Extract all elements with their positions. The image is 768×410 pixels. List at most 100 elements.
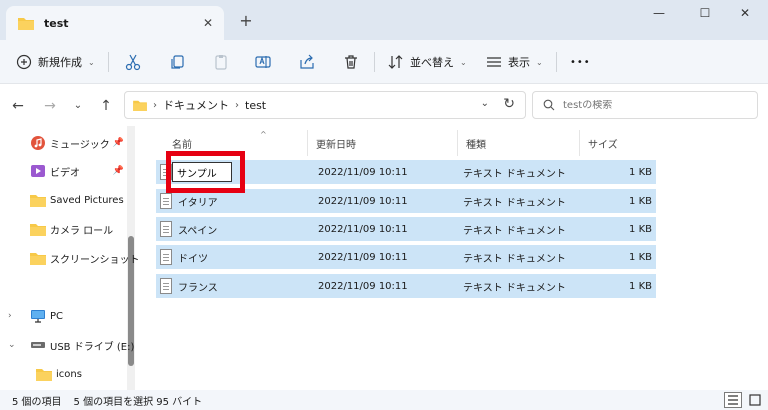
file-size: 1 KB — [629, 166, 652, 178]
breadcrumb-test[interactable]: test — [245, 99, 266, 112]
chevron-down-icon[interactable]: ⌄ — [8, 340, 16, 350]
delete-button[interactable] — [342, 48, 360, 76]
pc-icon — [31, 310, 45, 323]
table-row[interactable]: ドイツ 2022/11/09 10:11 テキスト ドキュメント 1 KB — [156, 245, 656, 269]
new-tab-button[interactable]: + — [236, 11, 256, 31]
clipboard-icon — [215, 55, 227, 70]
video-icon — [31, 165, 45, 177]
file-type: テキスト ドキュメント — [463, 197, 566, 209]
cut-button[interactable] — [124, 48, 142, 76]
close-window-button[interactable]: ✕ — [722, 2, 768, 24]
folder-icon — [18, 18, 34, 30]
file-type: テキスト ドキュメント — [463, 225, 566, 237]
column-header-type[interactable]: 種類 — [458, 130, 580, 156]
close-tab-icon[interactable]: ✕ — [200, 15, 216, 31]
minimize-button[interactable]: — — [636, 2, 682, 24]
folder-icon — [133, 100, 147, 111]
up-arrow-icon[interactable]: ↑ — [96, 96, 116, 116]
file-type: テキスト ドキュメント — [463, 253, 566, 265]
address-bar[interactable]: › ドキュメント › test ⌄ ↻ — [124, 91, 526, 119]
item-count: 5 個の項目 — [12, 396, 62, 408]
table-row[interactable]: フランス 2022/11/09 10:11 テキスト ドキュメント 1 KB — [156, 274, 656, 298]
tab-test[interactable]: test ✕ — [6, 6, 224, 40]
copy-icon — [171, 55, 184, 69]
sidebar-item-icons[interactable]: icons — [0, 361, 128, 387]
sidebar-item-music[interactable]: ミュージック 📌 — [0, 130, 128, 156]
chevron-down-icon: ⌄ — [536, 57, 543, 67]
breadcrumb-documents[interactable]: ドキュメント — [163, 97, 229, 113]
sort-ascending-icon: ^ — [260, 130, 267, 139]
music-icon — [31, 136, 45, 150]
file-date: 2022/11/09 10:11 — [318, 195, 408, 207]
file-size: 1 KB — [629, 195, 652, 207]
folder-icon — [30, 253, 46, 265]
text-file-icon — [160, 221, 172, 237]
navigation-pane: ミュージック 📌 ビデオ 📌 Saved Pictures カメラ ロール スク… — [0, 126, 138, 390]
pin-icon: 📌 — [112, 166, 124, 176]
search-box[interactable] — [532, 91, 758, 119]
address-row: ← → ⌄ ↑ › ドキュメント › test ⌄ ↻ — [0, 84, 768, 126]
chevron-down-icon: ⌄ — [460, 57, 467, 67]
toolbar-divider — [556, 52, 557, 72]
sidebar-item-camera-roll[interactable]: カメラ ロール — [0, 216, 128, 242]
sidebar-item-pc[interactable]: › PC — [0, 303, 128, 329]
list-view-icon — [487, 57, 501, 67]
table-row[interactable]: スペイン 2022/11/09 10:11 テキスト ドキュメント 1 KB — [156, 217, 656, 241]
back-arrow-icon[interactable]: ← — [8, 96, 28, 116]
paste-button[interactable] — [212, 48, 230, 76]
file-name: イタリア — [178, 197, 218, 209]
rename-button[interactable] — [254, 48, 272, 76]
forward-arrow-icon[interactable]: → — [40, 96, 60, 116]
view-button[interactable]: 表示 ⌄ — [486, 48, 543, 76]
file-type: テキスト ドキュメント — [463, 282, 566, 294]
details-view-button[interactable] — [724, 392, 742, 408]
share-button[interactable] — [298, 48, 316, 76]
file-date: 2022/11/09 10:11 — [318, 280, 408, 292]
sidebar-item-label: カメラ ロール — [50, 225, 114, 237]
title-bar: test ✕ + — ☐ ✕ — [0, 0, 768, 40]
sidebar-item-usb-drive[interactable]: ⌄ USB ドライブ (E:) — [0, 332, 134, 358]
view-button-label: 表示 — [508, 56, 530, 69]
folder-icon — [36, 369, 52, 381]
sort-icon — [388, 55, 403, 69]
breadcrumb-separator-icon: › — [235, 99, 239, 111]
sidebar-item-label: PC — [50, 310, 64, 322]
file-size: 1 KB — [629, 223, 652, 235]
breadcrumb-separator-icon: › — [153, 99, 157, 111]
recent-locations-chevron-icon[interactable]: ⌄ — [68, 96, 88, 116]
refresh-icon[interactable]: ↻ — [503, 96, 515, 112]
plus-circle-icon — [16, 54, 32, 70]
file-name: スペイン — [178, 225, 218, 237]
sidebar-item-video[interactable]: ビデオ 📌 — [0, 158, 128, 184]
sidebar-item-saved-pictures[interactable]: Saved Pictures — [0, 187, 128, 213]
chevron-down-icon: ⌄ — [88, 57, 95, 67]
column-header-date[interactable]: 更新日時 — [308, 130, 458, 156]
file-name: ドイツ — [178, 253, 208, 265]
search-input[interactable] — [563, 99, 743, 111]
trash-icon — [345, 55, 357, 69]
text-file-icon — [160, 249, 172, 265]
pin-icon: 📌 — [112, 138, 124, 148]
address-history-chevron-icon[interactable]: ⌄ — [481, 98, 489, 109]
file-size: 1 KB — [629, 280, 652, 292]
sort-button[interactable]: 並べ替え ⌄ — [388, 48, 467, 76]
details-view-icon — [728, 395, 738, 405]
new-button[interactable]: 新規作成 ⌄ — [16, 48, 95, 76]
tiles-view-button[interactable] — [746, 392, 764, 408]
file-size: 1 KB — [629, 251, 652, 263]
column-header-size[interactable]: サイズ — [580, 130, 656, 156]
new-button-label: 新規作成 — [38, 56, 82, 69]
more-options-button[interactable]: ••• — [570, 48, 591, 76]
toolbar-divider — [374, 52, 375, 72]
text-file-icon — [160, 278, 172, 294]
folder-icon — [30, 224, 46, 236]
share-icon — [300, 54, 314, 69]
search-icon — [543, 99, 555, 111]
sidebar-item-screenshots[interactable]: スクリーンショット 1 — [0, 245, 138, 271]
copy-button[interactable] — [168, 48, 186, 76]
chevron-right-icon[interactable]: › — [8, 311, 12, 321]
highlight-box — [166, 151, 245, 193]
file-date: 2022/11/09 10:11 — [318, 223, 408, 235]
selection-info: 5 個の項目を選択 95 バイト — [73, 396, 203, 408]
scissors-icon — [125, 54, 141, 71]
